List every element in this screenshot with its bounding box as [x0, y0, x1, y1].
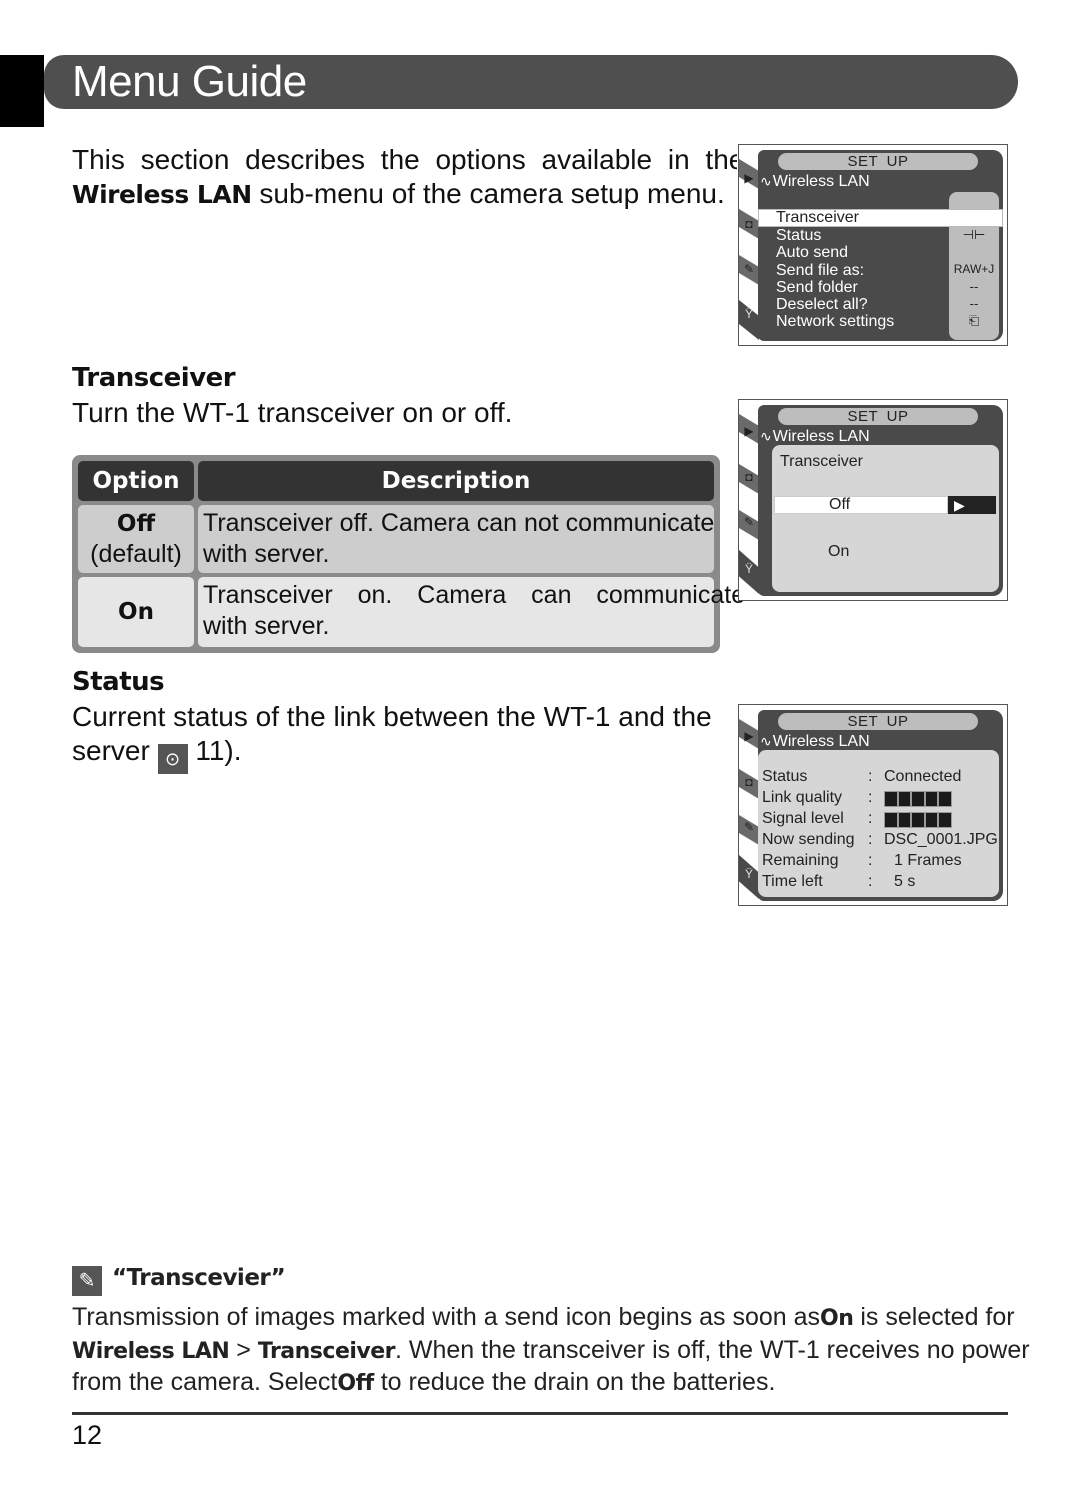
camera-icon: ◘	[745, 470, 753, 484]
option-table: Option Description Off (default) Transce…	[72, 455, 745, 653]
screen-side-tabs: ▶ ◘ ✎ Ÿ	[739, 145, 759, 345]
wrench-icon: Ÿ	[744, 307, 753, 321]
camera-screen-transceiver: ▶ ◘ ✎ Ÿ SET UP ∿Wireless LAN Transceiver…	[738, 399, 1008, 601]
playback-icon: ▶	[744, 729, 754, 743]
intro-line-2: sub-menu of the camera setup menu.	[251, 178, 725, 209]
screen-side-tabs: ▶ ◘ ✎ Ÿ	[739, 705, 759, 905]
menu-name: SET UP	[778, 408, 978, 425]
camera-icon: ◘	[745, 217, 753, 231]
arrow-right-icon[interactable]: ▶	[948, 496, 996, 514]
note-line-3: from the camera. SelectOff to reduce the…	[72, 1368, 776, 1396]
option-cell: Off (default)	[78, 505, 194, 573]
pencil-icon: ✎	[743, 820, 755, 834]
chapter-edge-tab	[0, 55, 44, 127]
pencil-icon: ✎	[743, 262, 755, 276]
camera-icon: ◘	[745, 775, 753, 789]
description-line: with server.	[203, 612, 330, 640]
wireless-icon: ∿	[760, 428, 772, 444]
table-header-row: Option Description	[78, 461, 714, 501]
description-line: Transceiver on. Camera can communicate	[203, 581, 746, 609]
menu-name: SET UP	[778, 153, 978, 170]
submenu-title: ∿Wireless LAN	[760, 733, 870, 750]
submenu-title: ∿Wireless LAN	[760, 173, 870, 190]
option-box-label: Transceiver	[780, 453, 863, 470]
option-cell: On	[78, 577, 194, 647]
screen-panel: SET UP ∿Wireless LAN Transceiver Off ▶ O…	[758, 405, 1003, 596]
option-name: Off	[116, 511, 156, 537]
camera-screen-menu-list: ▶ ◘ ✎ Ÿ SET UP ∿Wireless LAN ⊣⊢ RAW+J --…	[738, 144, 1008, 346]
transceiver-description: Turn the WT-1 transceiver on or off.	[72, 397, 513, 428]
table-row: On Transceiver on. Camera can communicat…	[78, 577, 745, 647]
section-heading-transceiver: Transceiver	[62, 363, 244, 396]
section-heading-status: Status	[62, 667, 173, 700]
intro-bold-term: Wireless LAN	[72, 180, 252, 209]
playback-icon: ▶	[744, 424, 754, 438]
description-line: Transceiver off. Camera can not communic…	[203, 509, 715, 537]
signal-level-bars	[884, 812, 952, 828]
playback-icon: ▶	[744, 171, 754, 185]
status-description: Current status of the link between the W…	[72, 700, 737, 774]
note-line-1: Transmission of images marked with a sen…	[72, 1303, 1015, 1331]
menu-item-deselect-all[interactable]: Deselect all?	[776, 296, 894, 313]
pencil-icon: ✎	[743, 515, 755, 529]
note-title: “Transcevier”	[108, 1265, 290, 1293]
camera-screen-status: ▶ ◘ ✎ Ÿ SET UP ∿Wireless LAN Status: Conn…	[738, 704, 1008, 906]
link-quality-bars	[884, 791, 952, 807]
page-reference[interactable]: 11).	[195, 735, 241, 766]
menu-item-send-file-as[interactable]: Send file as:	[776, 262, 894, 279]
wrench-icon: Ÿ	[744, 867, 753, 881]
option-box: Transceiver Off ▶ On	[772, 445, 999, 592]
note-body: Transmission of images marked with a sen…	[72, 1302, 1032, 1400]
status-description-line-2: server ⊙ 11).	[72, 734, 737, 774]
note-line-2: Wireless LAN > Transceiver. When the tra…	[72, 1335, 1030, 1364]
deselect-value: --	[969, 296, 979, 311]
menu-item-transceiver[interactable]: Transceiver	[776, 209, 859, 227]
description-cell: Transceiver off. Camera can not communic…	[198, 505, 714, 573]
menu-items: Status Auto send Send file as: Send fold…	[776, 227, 894, 331]
status-description-line-1: Current status of the link between the W…	[72, 701, 712, 732]
screen-panel: SET UP ∿Wireless LAN ⊣⊢ RAW+J -- -- ⎗ Tr…	[758, 150, 1003, 341]
see-also-icon: ⊙	[157, 744, 188, 774]
send-file-value: RAW+J	[953, 262, 995, 276]
header-option: Option	[78, 461, 194, 501]
status-value-icon: ⊣⊢	[962, 227, 986, 242]
description-cell: Transceiver on. Camera can communicate w…	[198, 577, 745, 647]
intro-paragraph: This section describes the options avail…	[72, 143, 737, 212]
screen-panel: SET UP ∿Wireless LAN Status: Connected Li…	[758, 710, 1003, 901]
menu-item-send-folder[interactable]: Send folder	[776, 279, 894, 296]
send-folder-value: --	[969, 279, 979, 294]
wireless-icon: ∿	[760, 733, 772, 749]
option-default-label: (default)	[90, 540, 182, 568]
pencil-note-icon: ✎	[72, 1266, 102, 1296]
wireless-icon: ∿	[760, 173, 772, 189]
description-line: with server.	[203, 540, 330, 568]
submenu-title: ∿Wireless LAN	[760, 428, 870, 445]
page-title: Menu Guide	[72, 57, 307, 106]
title-bar: Menu Guide	[44, 55, 1018, 109]
menu-item-status[interactable]: Status	[776, 227, 894, 244]
menu-name: SET UP	[778, 713, 978, 730]
option-off-selected[interactable]: Off	[774, 496, 948, 514]
option-name: On	[118, 599, 154, 625]
header-description: Description	[198, 461, 714, 501]
network-settings-icon: ⎗	[968, 313, 980, 328]
menu-item-auto-send[interactable]: Auto send	[776, 244, 894, 261]
screen-side-tabs: ▶ ◘ ✎ Ÿ	[739, 400, 759, 600]
table-row: Off (default) Transceiver off. Camera ca…	[78, 505, 714, 573]
intro-line-1: This section describes the options avail…	[72, 144, 737, 175]
status-box: Status: Connected Link quality: Signal le…	[758, 750, 999, 897]
page-number: 12	[72, 1420, 103, 1450]
menu-item-network-settings[interactable]: Network settings	[776, 313, 894, 330]
option-on[interactable]: On	[828, 543, 849, 561]
wrench-icon: Ÿ	[744, 562, 753, 576]
footer-rule	[72, 1412, 1008, 1415]
